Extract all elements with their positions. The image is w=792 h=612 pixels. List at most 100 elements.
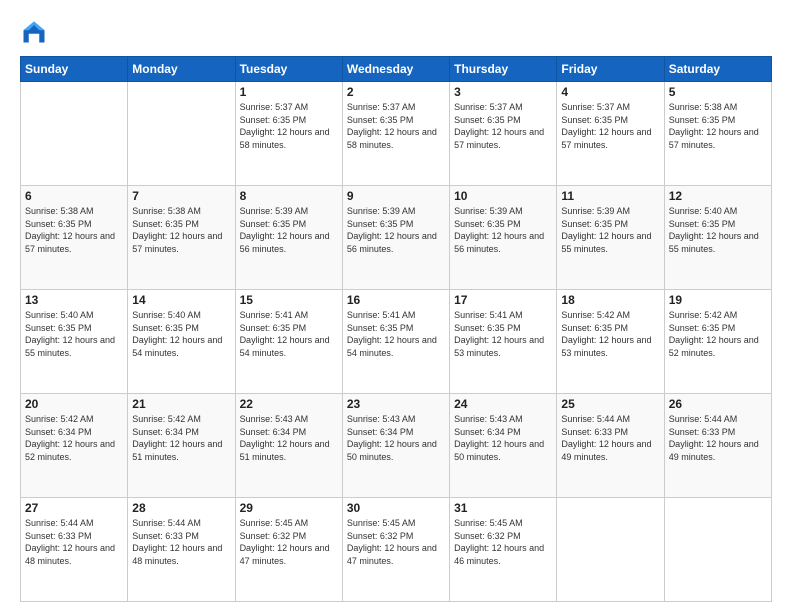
day-number: 8 xyxy=(240,189,338,203)
day-number: 4 xyxy=(561,85,659,99)
calendar-cell: 24Sunrise: 5:43 AM Sunset: 6:34 PM Dayli… xyxy=(450,394,557,498)
day-info: Sunrise: 5:43 AM Sunset: 6:34 PM Dayligh… xyxy=(347,413,445,463)
day-of-week-header: Monday xyxy=(128,57,235,82)
day-number: 10 xyxy=(454,189,552,203)
day-number: 16 xyxy=(347,293,445,307)
calendar-header-row: SundayMondayTuesdayWednesdayThursdayFrid… xyxy=(21,57,772,82)
calendar-cell: 17Sunrise: 5:41 AM Sunset: 6:35 PM Dayli… xyxy=(450,290,557,394)
day-number: 17 xyxy=(454,293,552,307)
calendar-cell: 6 Sunrise: 5:38 AM Sunset: 6:35 PM Daylig… xyxy=(21,186,128,290)
calendar-cell xyxy=(557,498,664,602)
calendar-cell: 2 Sunrise: 5:37 AM Sunset: 6:35 PM Daylig… xyxy=(342,82,449,186)
day-info: Sunrise: 5:38 AM Sunset: 6:35 PM Dayligh… xyxy=(669,101,767,151)
calendar-cell xyxy=(128,82,235,186)
calendar-cell: 8 Sunrise: 5:39 AM Sunset: 6:35 PM Daylig… xyxy=(235,186,342,290)
day-info: Sunrise: 5:45 AM Sunset: 6:32 PM Dayligh… xyxy=(454,517,552,567)
calendar-cell: 27 Sunrise: 5:44 AM Sunset: 6:33 PM Dayli… xyxy=(21,498,128,602)
day-number: 13 xyxy=(25,293,123,307)
day-info: Sunrise: 5:37 AM Sunset: 6:35 PM Dayligh… xyxy=(347,101,445,151)
day-info: Sunrise: 5:42 AM Sunset: 6:35 PM Dayligh… xyxy=(561,309,659,359)
calendar-week-row: 6 Sunrise: 5:38 AM Sunset: 6:35 PM Daylig… xyxy=(21,186,772,290)
calendar-cell: 16 Sunrise: 5:41 AM Sunset: 6:35 PM Dayli… xyxy=(342,290,449,394)
day-info: Sunrise: 5:38 AM Sunset: 6:35 PM Dayligh… xyxy=(25,205,123,255)
calendar-cell: 25Sunrise: 5:44 AM Sunset: 6:33 PM Dayli… xyxy=(557,394,664,498)
day-number: 12 xyxy=(669,189,767,203)
calendar-cell: 5 Sunrise: 5:38 AM Sunset: 6:35 PM Daylig… xyxy=(664,82,771,186)
day-info: Sunrise: 5:41 AM Sunset: 6:35 PM Dayligh… xyxy=(240,309,338,359)
calendar-week-row: 13 Sunrise: 5:40 AM Sunset: 6:35 PM Dayli… xyxy=(21,290,772,394)
calendar-cell xyxy=(21,82,128,186)
day-info: Sunrise: 5:40 AM Sunset: 6:35 PM Dayligh… xyxy=(669,205,767,255)
calendar-cell: 29Sunrise: 5:45 AM Sunset: 6:32 PM Dayli… xyxy=(235,498,342,602)
calendar-week-row: 1 Sunrise: 5:37 AM Sunset: 6:35 PM Daylig… xyxy=(21,82,772,186)
calendar-cell: 22 Sunrise: 5:43 AM Sunset: 6:34 PM Dayli… xyxy=(235,394,342,498)
calendar-cell: 30 Sunrise: 5:45 AM Sunset: 6:32 PM Dayli… xyxy=(342,498,449,602)
day-of-week-header: Friday xyxy=(557,57,664,82)
calendar-cell: 9 Sunrise: 5:39 AM Sunset: 6:35 PM Daylig… xyxy=(342,186,449,290)
day-info: Sunrise: 5:39 AM Sunset: 6:35 PM Dayligh… xyxy=(347,205,445,255)
calendar-cell: 10 Sunrise: 5:39 AM Sunset: 6:35 PM Dayli… xyxy=(450,186,557,290)
day-number: 31 xyxy=(454,501,552,515)
day-info: Sunrise: 5:41 AM Sunset: 6:35 PM Dayligh… xyxy=(347,309,445,359)
calendar-cell: 13 Sunrise: 5:40 AM Sunset: 6:35 PM Dayli… xyxy=(21,290,128,394)
calendar-cell: 1 Sunrise: 5:37 AM Sunset: 6:35 PM Daylig… xyxy=(235,82,342,186)
day-info: Sunrise: 5:38 AM Sunset: 6:35 PM Dayligh… xyxy=(132,205,230,255)
calendar-cell: 19Sunrise: 5:42 AM Sunset: 6:35 PM Dayli… xyxy=(664,290,771,394)
day-info: Sunrise: 5:43 AM Sunset: 6:34 PM Dayligh… xyxy=(240,413,338,463)
calendar-week-row: 27 Sunrise: 5:44 AM Sunset: 6:33 PM Dayli… xyxy=(21,498,772,602)
calendar-cell: 7Sunrise: 5:38 AM Sunset: 6:35 PM Daylig… xyxy=(128,186,235,290)
day-number: 1 xyxy=(240,85,338,99)
day-of-week-header: Wednesday xyxy=(342,57,449,82)
day-number: 6 xyxy=(25,189,123,203)
day-number: 30 xyxy=(347,501,445,515)
day-number: 11 xyxy=(561,189,659,203)
calendar-cell xyxy=(664,498,771,602)
day-info: Sunrise: 5:37 AM Sunset: 6:35 PM Dayligh… xyxy=(240,101,338,151)
day-number: 28 xyxy=(132,501,230,515)
day-number: 14 xyxy=(132,293,230,307)
day-number: 9 xyxy=(347,189,445,203)
day-number: 18 xyxy=(561,293,659,307)
day-number: 25 xyxy=(561,397,659,411)
day-info: Sunrise: 5:39 AM Sunset: 6:35 PM Dayligh… xyxy=(240,205,338,255)
calendar-cell: 15 Sunrise: 5:41 AM Sunset: 6:35 PM Dayli… xyxy=(235,290,342,394)
calendar-cell: 31 Sunrise: 5:45 AM Sunset: 6:32 PM Dayli… xyxy=(450,498,557,602)
day-number: 5 xyxy=(669,85,767,99)
day-number: 29 xyxy=(240,501,338,515)
logo xyxy=(20,18,52,46)
day-number: 27 xyxy=(25,501,123,515)
calendar-week-row: 20Sunrise: 5:42 AM Sunset: 6:34 PM Dayli… xyxy=(21,394,772,498)
day-number: 20 xyxy=(25,397,123,411)
day-of-week-header: Tuesday xyxy=(235,57,342,82)
day-info: Sunrise: 5:44 AM Sunset: 6:33 PM Dayligh… xyxy=(25,517,123,567)
calendar-cell: 4Sunrise: 5:37 AM Sunset: 6:35 PM Daylig… xyxy=(557,82,664,186)
day-of-week-header: Sunday xyxy=(21,57,128,82)
day-info: Sunrise: 5:39 AM Sunset: 6:35 PM Dayligh… xyxy=(454,205,552,255)
day-info: Sunrise: 5:42 AM Sunset: 6:35 PM Dayligh… xyxy=(669,309,767,359)
day-number: 26 xyxy=(669,397,767,411)
calendar-cell: 26 Sunrise: 5:44 AM Sunset: 6:33 PM Dayli… xyxy=(664,394,771,498)
day-info: Sunrise: 5:44 AM Sunset: 6:33 PM Dayligh… xyxy=(132,517,230,567)
page: SundayMondayTuesdayWednesdayThursdayFrid… xyxy=(0,0,792,612)
calendar-cell: 20Sunrise: 5:42 AM Sunset: 6:34 PM Dayli… xyxy=(21,394,128,498)
calendar-cell: 3Sunrise: 5:37 AM Sunset: 6:35 PM Daylig… xyxy=(450,82,557,186)
day-number: 23 xyxy=(347,397,445,411)
day-number: 2 xyxy=(347,85,445,99)
calendar-cell: 18 Sunrise: 5:42 AM Sunset: 6:35 PM Dayli… xyxy=(557,290,664,394)
day-of-week-header: Saturday xyxy=(664,57,771,82)
calendar-cell: 12 Sunrise: 5:40 AM Sunset: 6:35 PM Dayli… xyxy=(664,186,771,290)
calendar-cell: 14 Sunrise: 5:40 AM Sunset: 6:35 PM Dayli… xyxy=(128,290,235,394)
day-info: Sunrise: 5:45 AM Sunset: 6:32 PM Dayligh… xyxy=(347,517,445,567)
calendar-cell: 11Sunrise: 5:39 AM Sunset: 6:35 PM Dayli… xyxy=(557,186,664,290)
day-number: 22 xyxy=(240,397,338,411)
calendar-cell: 28 Sunrise: 5:44 AM Sunset: 6:33 PM Dayli… xyxy=(128,498,235,602)
day-of-week-header: Thursday xyxy=(450,57,557,82)
day-number: 15 xyxy=(240,293,338,307)
day-info: Sunrise: 5:44 AM Sunset: 6:33 PM Dayligh… xyxy=(669,413,767,463)
calendar-cell: 21Sunrise: 5:42 AM Sunset: 6:34 PM Dayli… xyxy=(128,394,235,498)
day-info: Sunrise: 5:40 AM Sunset: 6:35 PM Dayligh… xyxy=(132,309,230,359)
day-info: Sunrise: 5:37 AM Sunset: 6:35 PM Dayligh… xyxy=(454,101,552,151)
header xyxy=(20,18,772,46)
day-info: Sunrise: 5:40 AM Sunset: 6:35 PM Dayligh… xyxy=(25,309,123,359)
logo-icon xyxy=(20,18,48,46)
